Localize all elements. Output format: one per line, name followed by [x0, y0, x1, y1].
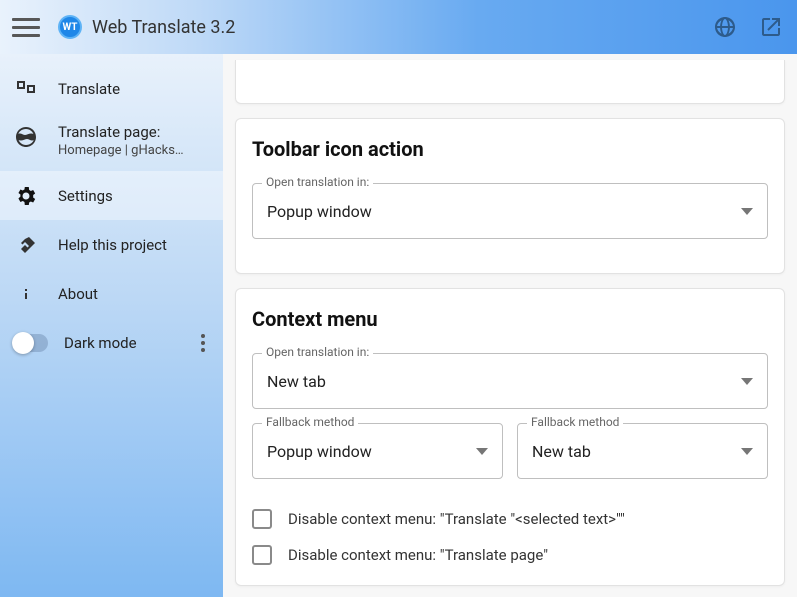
- translate-icon: [12, 75, 40, 103]
- sidebar-item-about[interactable]: About: [0, 269, 223, 318]
- more-options-icon[interactable]: [191, 331, 215, 355]
- section-title: Context menu: [252, 307, 768, 331]
- chevron-down-icon: [741, 208, 753, 215]
- info-icon: [12, 280, 40, 308]
- sidebar-item-label: About: [58, 285, 98, 303]
- select-value: New tab: [267, 372, 326, 391]
- context-fallback-1-select[interactable]: Popup window: [252, 423, 503, 479]
- sidebar-item-settings[interactable]: Settings: [0, 171, 223, 220]
- sidebar-item-help[interactable]: Help this project: [0, 220, 223, 269]
- sidebar-item-sub: Homepage | gHacks…: [58, 143, 184, 158]
- disable-context-selected-checkbox[interactable]: Disable context menu: "Translate "<selec…: [252, 509, 768, 529]
- chevron-down-icon: [476, 448, 488, 455]
- handshake-icon: [12, 231, 40, 259]
- globe-small-icon: [12, 123, 40, 151]
- chevron-down-icon: [741, 378, 753, 385]
- sidebar-item-label: Translate: [58, 80, 120, 98]
- gear-icon: [12, 182, 40, 210]
- sidebar-item-label: Translate page:: [58, 123, 184, 141]
- header-bar: WT Web Translate 3.2: [0, 0, 797, 54]
- field-legend: Fallback method: [262, 415, 358, 429]
- toolbar-open-in-select[interactable]: Popup window: [252, 183, 768, 239]
- checkbox-label: Disable context menu: "Translate page": [288, 546, 548, 564]
- open-external-icon[interactable]: [757, 13, 785, 41]
- disable-context-page-checkbox[interactable]: Disable context menu: "Translate page": [252, 545, 768, 565]
- select-value: Popup window: [267, 202, 372, 221]
- context-open-in-select[interactable]: New tab: [252, 353, 768, 409]
- sidebar-item-label: Help this project: [58, 236, 167, 254]
- globe-icon[interactable]: [711, 13, 739, 41]
- card-partial-top: [235, 60, 785, 104]
- field-legend: Fallback method: [527, 415, 623, 429]
- menu-hamburger-icon[interactable]: [12, 13, 40, 41]
- checkbox-label: Disable context menu: "Translate "<selec…: [288, 510, 625, 528]
- chevron-down-icon: [741, 448, 753, 455]
- section-title: Toolbar icon action: [252, 137, 768, 161]
- app-title: Web Translate 3.2: [92, 17, 235, 38]
- field-legend: Open translation in:: [262, 345, 373, 359]
- sidebar-item-dark-mode[interactable]: Dark mode: [0, 318, 223, 367]
- field-legend: Open translation in:: [262, 175, 373, 189]
- card-toolbar-action: Toolbar icon action Open translation in:…: [235, 118, 785, 274]
- sidebar-item-translate[interactable]: Translate: [0, 64, 223, 113]
- sidebar-item-label: Settings: [58, 187, 113, 205]
- select-value: Popup window: [267, 442, 372, 461]
- checkbox-icon: [252, 545, 272, 565]
- app-logo-icon: WT: [58, 15, 82, 39]
- sidebar-item-label: Dark mode: [64, 334, 137, 352]
- card-context-menu: Context menu Open translation in: New ta…: [235, 288, 785, 586]
- checkbox-icon: [252, 509, 272, 529]
- dark-mode-toggle[interactable]: [12, 334, 48, 352]
- sidebar-item-translate-page[interactable]: Translate page: Homepage | gHacks…: [0, 113, 223, 171]
- settings-content[interactable]: Toolbar icon action Open translation in:…: [223, 54, 797, 597]
- select-value: New tab: [532, 442, 591, 461]
- context-fallback-2-select[interactable]: New tab: [517, 423, 768, 479]
- sidebar: Translate Translate page: Homepage | gHa…: [0, 54, 223, 597]
